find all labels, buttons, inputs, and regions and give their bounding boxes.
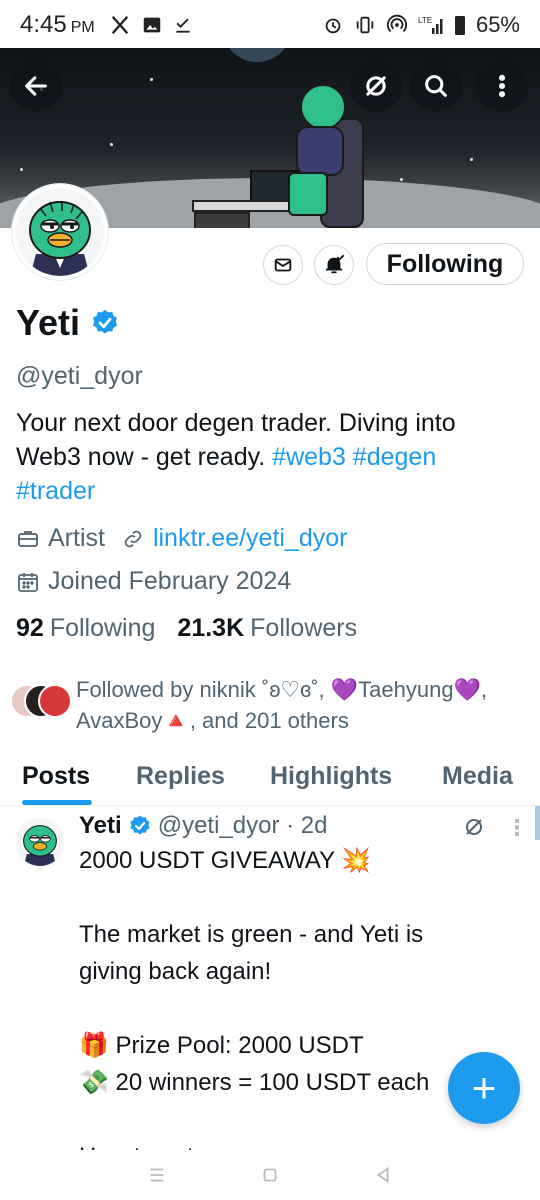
banner-star bbox=[110, 143, 113, 146]
grok-icon bbox=[366, 76, 386, 96]
yeti-avatar-illustration bbox=[29, 201, 91, 276]
post-line: 2000 USDT GIVEAWAY 💥 bbox=[79, 847, 372, 874]
banner-yeti-body bbox=[296, 126, 344, 176]
banner-yeti-legs bbox=[288, 172, 328, 216]
search-icon bbox=[425, 75, 447, 97]
active-tab-indicator bbox=[22, 800, 92, 805]
banner-star bbox=[20, 168, 23, 171]
post-line: 💸 20 winners = 100 USDT each bbox=[79, 1069, 430, 1096]
profile-avatar[interactable] bbox=[12, 184, 108, 280]
back-button[interactable] bbox=[10, 60, 62, 112]
recent-apps-icon[interactable] bbox=[146, 1164, 168, 1186]
status-bar: 4:45 PM LTE 65% bbox=[0, 0, 540, 50]
profile-bio: Your next door degen trader. Diving into… bbox=[16, 406, 516, 508]
followed-by-avatars bbox=[10, 684, 76, 724]
post-handle-time: @yeti_dyor · 2d bbox=[157, 812, 328, 839]
battery-icon bbox=[454, 16, 465, 35]
post-more-icon[interactable]: ⋮ bbox=[506, 815, 528, 841]
envelope-icon bbox=[274, 258, 292, 272]
yeti-avatar-illustration bbox=[23, 825, 57, 866]
hashtag-link[interactable]: #degen bbox=[353, 443, 436, 471]
banner-star bbox=[400, 178, 403, 181]
profile-website-link[interactable]: linktr.ee/yeti_dyor bbox=[153, 524, 348, 553]
profile-category: Artist bbox=[48, 524, 105, 552]
post-text: 2000 USDT GIVEAWAY 💥 The market is green… bbox=[79, 842, 509, 1175]
post-line: The market is green - and Yeti is bbox=[79, 921, 424, 948]
post-line: giving back again! bbox=[79, 958, 272, 985]
profile-handle: @yeti_dyor bbox=[16, 362, 143, 390]
signal-icon: LTE bbox=[418, 16, 443, 34]
message-button[interactable] bbox=[263, 245, 303, 285]
grok-icon[interactable] bbox=[462, 815, 486, 839]
profile-display-name: Yeti bbox=[16, 302, 120, 344]
more-options-button[interactable] bbox=[476, 60, 528, 112]
x-logo-icon bbox=[111, 15, 128, 35]
status-system-icons: LTE 65% bbox=[322, 12, 520, 38]
arrow-left-icon bbox=[25, 76, 47, 96]
gallery-icon bbox=[143, 17, 160, 33]
profile-tabs: Posts Replies Highlights Media bbox=[0, 752, 540, 806]
tab-highlights[interactable]: Highlights bbox=[270, 762, 392, 791]
status-time: 4:45 PM bbox=[20, 11, 95, 38]
followed-by-text: Followed by niknik ˚ʚ♡ɞ˚, 💜Taehyung💜, Av… bbox=[76, 677, 488, 733]
banner-desk-body bbox=[194, 212, 250, 228]
battery-percent: 65% bbox=[475, 12, 520, 37]
verified-badge-icon bbox=[130, 815, 150, 835]
post-author-avatar[interactable] bbox=[16, 818, 64, 866]
profile-joined-date: Joined February 2024 bbox=[48, 567, 292, 595]
svg-text:LTE: LTE bbox=[418, 16, 432, 25]
search-button[interactable] bbox=[410, 60, 462, 112]
alarm-icon bbox=[325, 18, 341, 34]
follower-avatar bbox=[38, 684, 72, 718]
following-button[interactable]: Following bbox=[366, 243, 524, 285]
profile-stats: 92 Following 21.3K Followers bbox=[16, 614, 357, 643]
more-vertical-icon bbox=[498, 74, 506, 98]
scrollbar-thumb[interactable] bbox=[535, 806, 540, 840]
avatar-image bbox=[16, 188, 104, 276]
banner-planet bbox=[222, 48, 292, 62]
following-count-link[interactable]: 92 Following bbox=[16, 614, 155, 643]
hashtag-link[interactable]: #trader bbox=[16, 477, 95, 505]
calendar-icon bbox=[18, 572, 38, 592]
banner-yeti-head bbox=[300, 84, 346, 130]
profile-joined-row: Joined February 2024 bbox=[16, 567, 291, 596]
display-name-text: Yeti bbox=[16, 302, 81, 343]
verified-badge-icon[interactable] bbox=[90, 308, 120, 338]
back-nav-icon[interactable] bbox=[372, 1164, 394, 1186]
compose-post-button[interactable]: + bbox=[448, 1052, 520, 1124]
status-notification-icons bbox=[109, 14, 193, 36]
hashtag-link[interactable]: #web3 bbox=[272, 443, 346, 471]
tab-posts[interactable]: Posts bbox=[22, 762, 90, 791]
post-header: Yeti @yeti_dyor · 2d bbox=[79, 812, 327, 840]
hotspot-icon bbox=[386, 14, 408, 33]
followers-count-link[interactable]: 21.3K Followers bbox=[177, 614, 357, 643]
grok-button[interactable] bbox=[350, 60, 402, 112]
followed-by-section[interactable]: Followed by niknik ˚ʚ♡ɞ˚, 💜Taehyung💜, Av… bbox=[10, 674, 530, 736]
banner-star bbox=[470, 158, 473, 161]
briefcase-icon bbox=[18, 530, 38, 547]
link-icon bbox=[124, 530, 142, 547]
post-author-name[interactable]: Yeti bbox=[79, 812, 122, 840]
tab-media[interactable]: Media bbox=[442, 762, 513, 791]
system-nav-bar bbox=[0, 1150, 540, 1200]
bell-icon bbox=[325, 254, 345, 274]
post-line: 🎁 Prize Pool: 2000 USDT bbox=[79, 1032, 364, 1059]
tab-replies[interactable]: Replies bbox=[136, 762, 225, 791]
check-download-icon bbox=[176, 18, 190, 33]
home-nav-icon[interactable] bbox=[259, 1164, 281, 1186]
notifications-button[interactable] bbox=[314, 245, 354, 285]
banner-star bbox=[150, 78, 153, 81]
vibrate-icon bbox=[356, 16, 374, 34]
profile-meta-row: Artist linktr.ee/yeti_dyor bbox=[16, 524, 348, 553]
